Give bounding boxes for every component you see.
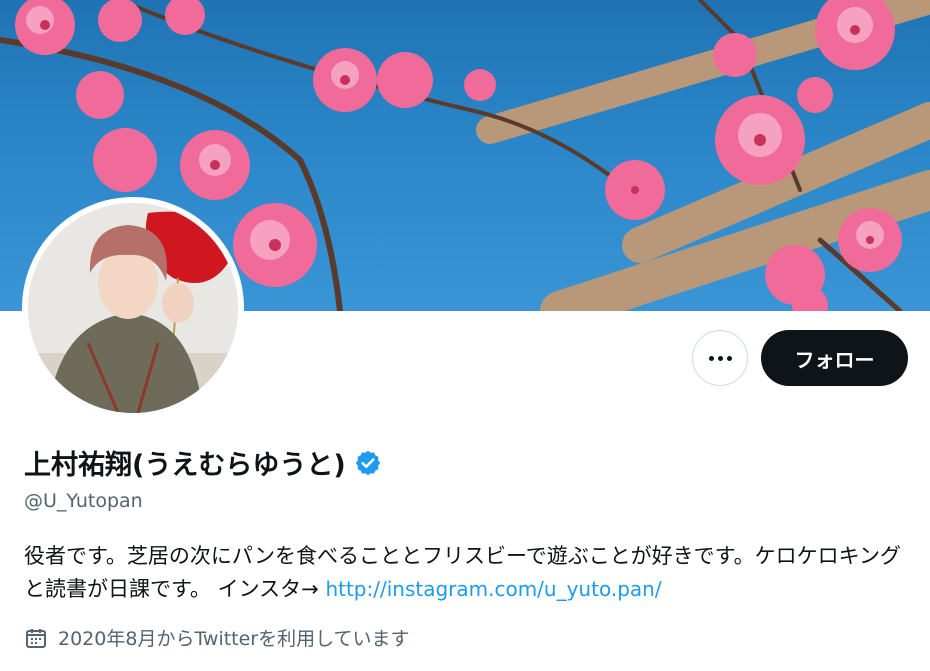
display-name: 上村祐翔(うえむらゆうと) — [24, 450, 346, 481]
more-options-button[interactable] — [692, 330, 748, 386]
follow-button[interactable]: フォロー — [761, 330, 908, 386]
verified-badge-icon[interactable] — [354, 449, 382, 477]
bio: 役者です。芝居の次にパンを食べることとフリスビーで遊ぶことが好きです。ケロケロキ… — [24, 540, 904, 606]
handle: @U_Yutopan — [24, 490, 143, 512]
more-dots-icon — [708, 355, 732, 361]
joined-text: 2020年8月からTwitterを利用しています — [58, 628, 410, 650]
name-row: 上村祐翔(うえむらゆうと) — [24, 443, 382, 482]
avatar[interactable] — [22, 197, 244, 419]
avatar-photo — [28, 203, 238, 413]
bio-link[interactable]: http://instagram.com/u_yuto.pan/ — [325, 577, 661, 601]
joined-date: 2020年8月からTwitterを利用しています — [24, 624, 410, 651]
calendar-icon — [26, 628, 46, 648]
